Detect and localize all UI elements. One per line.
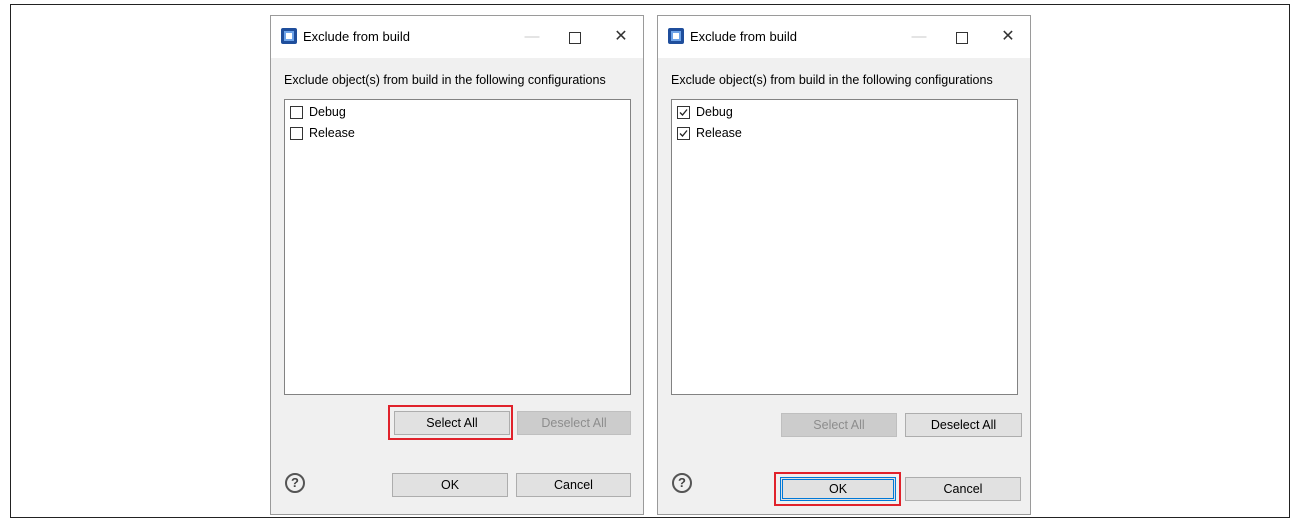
config-item-debug[interactable]: Debug (677, 103, 733, 121)
exclude-from-build-dialog-checked: Exclude from build — ✕ Exclude object(s)… (657, 15, 1031, 515)
select-all-button[interactable]: Select All (781, 413, 897, 437)
cancel-button[interactable]: Cancel (516, 473, 631, 497)
config-label: Release (696, 126, 742, 140)
maximize-icon[interactable] (562, 24, 588, 50)
minimize-icon[interactable]: — (906, 24, 932, 50)
config-label: Debug (309, 105, 346, 119)
config-item-debug[interactable]: Debug (290, 103, 346, 121)
select-all-button[interactable]: Select All (394, 411, 510, 435)
config-item-release[interactable]: Release (677, 124, 742, 142)
config-label: Release (309, 126, 355, 140)
title-bar: Exclude from build — ✕ (271, 16, 643, 58)
config-label: Debug (696, 105, 733, 119)
instruction-text: Exclude object(s) from build in the foll… (284, 73, 606, 87)
configuration-list: Debug Release (671, 99, 1018, 395)
debug-checkbox[interactable] (677, 105, 690, 119)
title-bar: Exclude from build — ✕ (658, 16, 1030, 58)
close-icon[interactable]: ✕ (608, 24, 634, 50)
ok-button[interactable]: OK (392, 473, 508, 497)
exclude-from-build-dialog-unchecked: Exclude from build — ✕ Exclude object(s)… (270, 15, 644, 515)
eclipse-app-icon (281, 28, 297, 44)
cancel-button[interactable]: Cancel (905, 477, 1021, 501)
checkmark-icon (679, 108, 688, 116)
instruction-text: Exclude object(s) from build in the foll… (671, 73, 993, 87)
configuration-list: Debug Release (284, 99, 631, 395)
ok-button[interactable]: OK (780, 477, 896, 501)
dialog-title: Exclude from build (690, 29, 797, 44)
checkmark-icon (679, 129, 688, 137)
close-icon[interactable]: ✕ (995, 24, 1021, 50)
dialog-title: Exclude from build (303, 29, 410, 44)
help-icon[interactable]: ? (672, 473, 692, 493)
eclipse-app-icon (668, 28, 684, 44)
deselect-all-button[interactable]: Deselect All (905, 413, 1022, 437)
release-checkbox[interactable] (290, 126, 303, 140)
maximize-icon[interactable] (949, 24, 975, 50)
config-item-release[interactable]: Release (290, 124, 355, 142)
figure-frame (10, 4, 1290, 518)
debug-checkbox[interactable] (290, 105, 303, 119)
minimize-icon[interactable]: — (519, 24, 545, 50)
deselect-all-button[interactable]: Deselect All (517, 411, 631, 435)
release-checkbox[interactable] (677, 126, 690, 140)
help-icon[interactable]: ? (285, 473, 305, 493)
